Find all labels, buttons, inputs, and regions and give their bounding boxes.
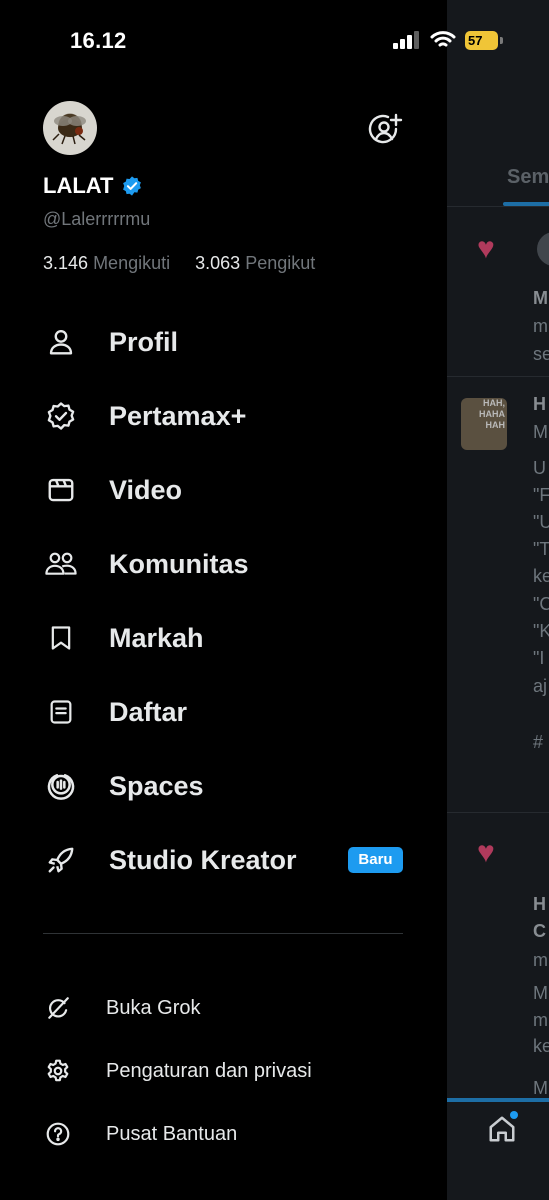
followers-link[interactable]: 3.063 Pengikut xyxy=(195,253,315,273)
battery-level: 57 xyxy=(468,33,483,48)
notification-dot xyxy=(510,1111,518,1119)
video-icon xyxy=(43,472,79,508)
avatar xyxy=(537,232,549,266)
face-text: HAH, HAHA HAH xyxy=(479,398,505,430)
background-timeline: Sem ♥ M m se HAH, HAHA HAH H M U "F "U "… xyxy=(447,0,549,1200)
nav-label: Pertamax+ xyxy=(109,400,247,431)
nav-label: Profil xyxy=(109,326,179,357)
menu-item-settings[interactable]: Pengaturan dan privasi xyxy=(43,1051,312,1091)
communities-icon xyxy=(43,546,79,582)
rocket-icon xyxy=(43,842,79,878)
fragment: "I xyxy=(533,648,545,668)
divider xyxy=(43,933,403,934)
nav-item-komunitas[interactable]: Komunitas xyxy=(43,539,249,589)
divider xyxy=(447,376,549,377)
fragment: C xyxy=(533,921,546,941)
nav-label: Video xyxy=(109,474,183,505)
nav-label: Daftar xyxy=(109,696,188,727)
fragment: ke xyxy=(533,566,549,586)
nav-label: Komunitas xyxy=(109,548,249,579)
fragment: H xyxy=(533,894,546,914)
bookmark-icon xyxy=(43,620,79,656)
side-drawer: 16.12 57 LALAT @Lalerrrrrmu 3.146 Mengik… xyxy=(0,0,503,1200)
tab-bar-indicator xyxy=(447,1098,549,1102)
fragment: M xyxy=(533,288,548,308)
fragment: H xyxy=(533,394,546,414)
menu-item-grok[interactable]: Buka Grok xyxy=(43,988,200,1028)
follow-stats: 3.146 Mengikuti 3.063 Pengikut xyxy=(43,253,315,274)
nav-item-daftar[interactable]: Daftar xyxy=(43,687,187,737)
wifi-icon xyxy=(430,30,456,50)
help-icon xyxy=(43,1119,73,1149)
fragment: m xyxy=(533,950,548,970)
nav-label: Studio Kreator xyxy=(109,844,297,875)
following-link[interactable]: 3.146 Mengikuti xyxy=(43,253,170,273)
fragment: # xyxy=(533,732,544,752)
spaces-icon xyxy=(43,768,79,804)
nav-label: Markah xyxy=(109,622,204,653)
fragment: ke xyxy=(533,1036,549,1056)
fragment: m xyxy=(533,1010,548,1030)
grok-icon xyxy=(43,993,73,1023)
fragment: M xyxy=(533,422,548,442)
fragment: se xyxy=(533,344,549,364)
status-time: 16.12 xyxy=(70,28,127,53)
fragment: m xyxy=(533,316,548,336)
divider xyxy=(447,812,549,813)
battery-nub xyxy=(500,37,503,44)
divider xyxy=(447,206,549,207)
fragment: "C xyxy=(533,594,549,614)
fragment: M xyxy=(533,1078,548,1098)
profile-name[interactable]: LALAT xyxy=(43,173,113,199)
fragment: "F xyxy=(533,485,549,505)
fragment: "K xyxy=(533,621,549,641)
menu-label: Pengaturan dan privasi xyxy=(106,1059,312,1082)
timeline-tab[interactable]: Sem xyxy=(507,166,549,189)
fragment: aj xyxy=(533,676,548,696)
nav-item-studio-kreator[interactable]: Studio Kreator xyxy=(43,835,297,885)
fragment: "T xyxy=(533,539,549,559)
verified-badge-icon xyxy=(43,398,79,434)
nav-item-pertamax[interactable]: Pertamax+ xyxy=(43,391,246,441)
list-icon xyxy=(43,694,79,730)
menu-label: Pusat Bantuan xyxy=(106,1122,238,1145)
tweet-avatar: HAH, HAHA HAH xyxy=(461,398,507,450)
nav-item-spaces[interactable]: Spaces xyxy=(43,761,204,811)
heart-icon: ♥ xyxy=(477,836,495,869)
new-badge: Baru xyxy=(348,847,403,873)
followers-label: Pengikut xyxy=(245,253,316,273)
fragment: "U xyxy=(533,512,549,532)
fragment: U xyxy=(533,458,546,478)
nav-item-markah[interactable]: Markah xyxy=(43,613,204,663)
menu-label: Buka Grok xyxy=(106,996,201,1019)
signal-icon xyxy=(393,31,423,49)
fragment: M xyxy=(533,983,548,1003)
menu-item-help[interactable]: Pusat Bantuan xyxy=(43,1114,237,1154)
profile-handle: @Lalerrrrrmu xyxy=(43,209,151,229)
following-label: Mengikuti xyxy=(93,253,171,273)
person-icon xyxy=(43,324,79,360)
verified-icon xyxy=(121,175,143,197)
following-count: 3.146 xyxy=(43,253,89,273)
nav-label: Spaces xyxy=(109,770,204,801)
battery-icon: 57 xyxy=(465,31,498,50)
nav-item-profil[interactable]: Profil xyxy=(43,317,178,367)
followers-count: 3.063 xyxy=(195,253,241,273)
avatar[interactable] xyxy=(43,101,97,155)
heart-icon: ♥ xyxy=(477,232,495,265)
add-account-icon[interactable] xyxy=(367,112,403,148)
nav-item-video[interactable]: Video xyxy=(43,465,182,515)
gear-icon xyxy=(43,1056,73,1086)
